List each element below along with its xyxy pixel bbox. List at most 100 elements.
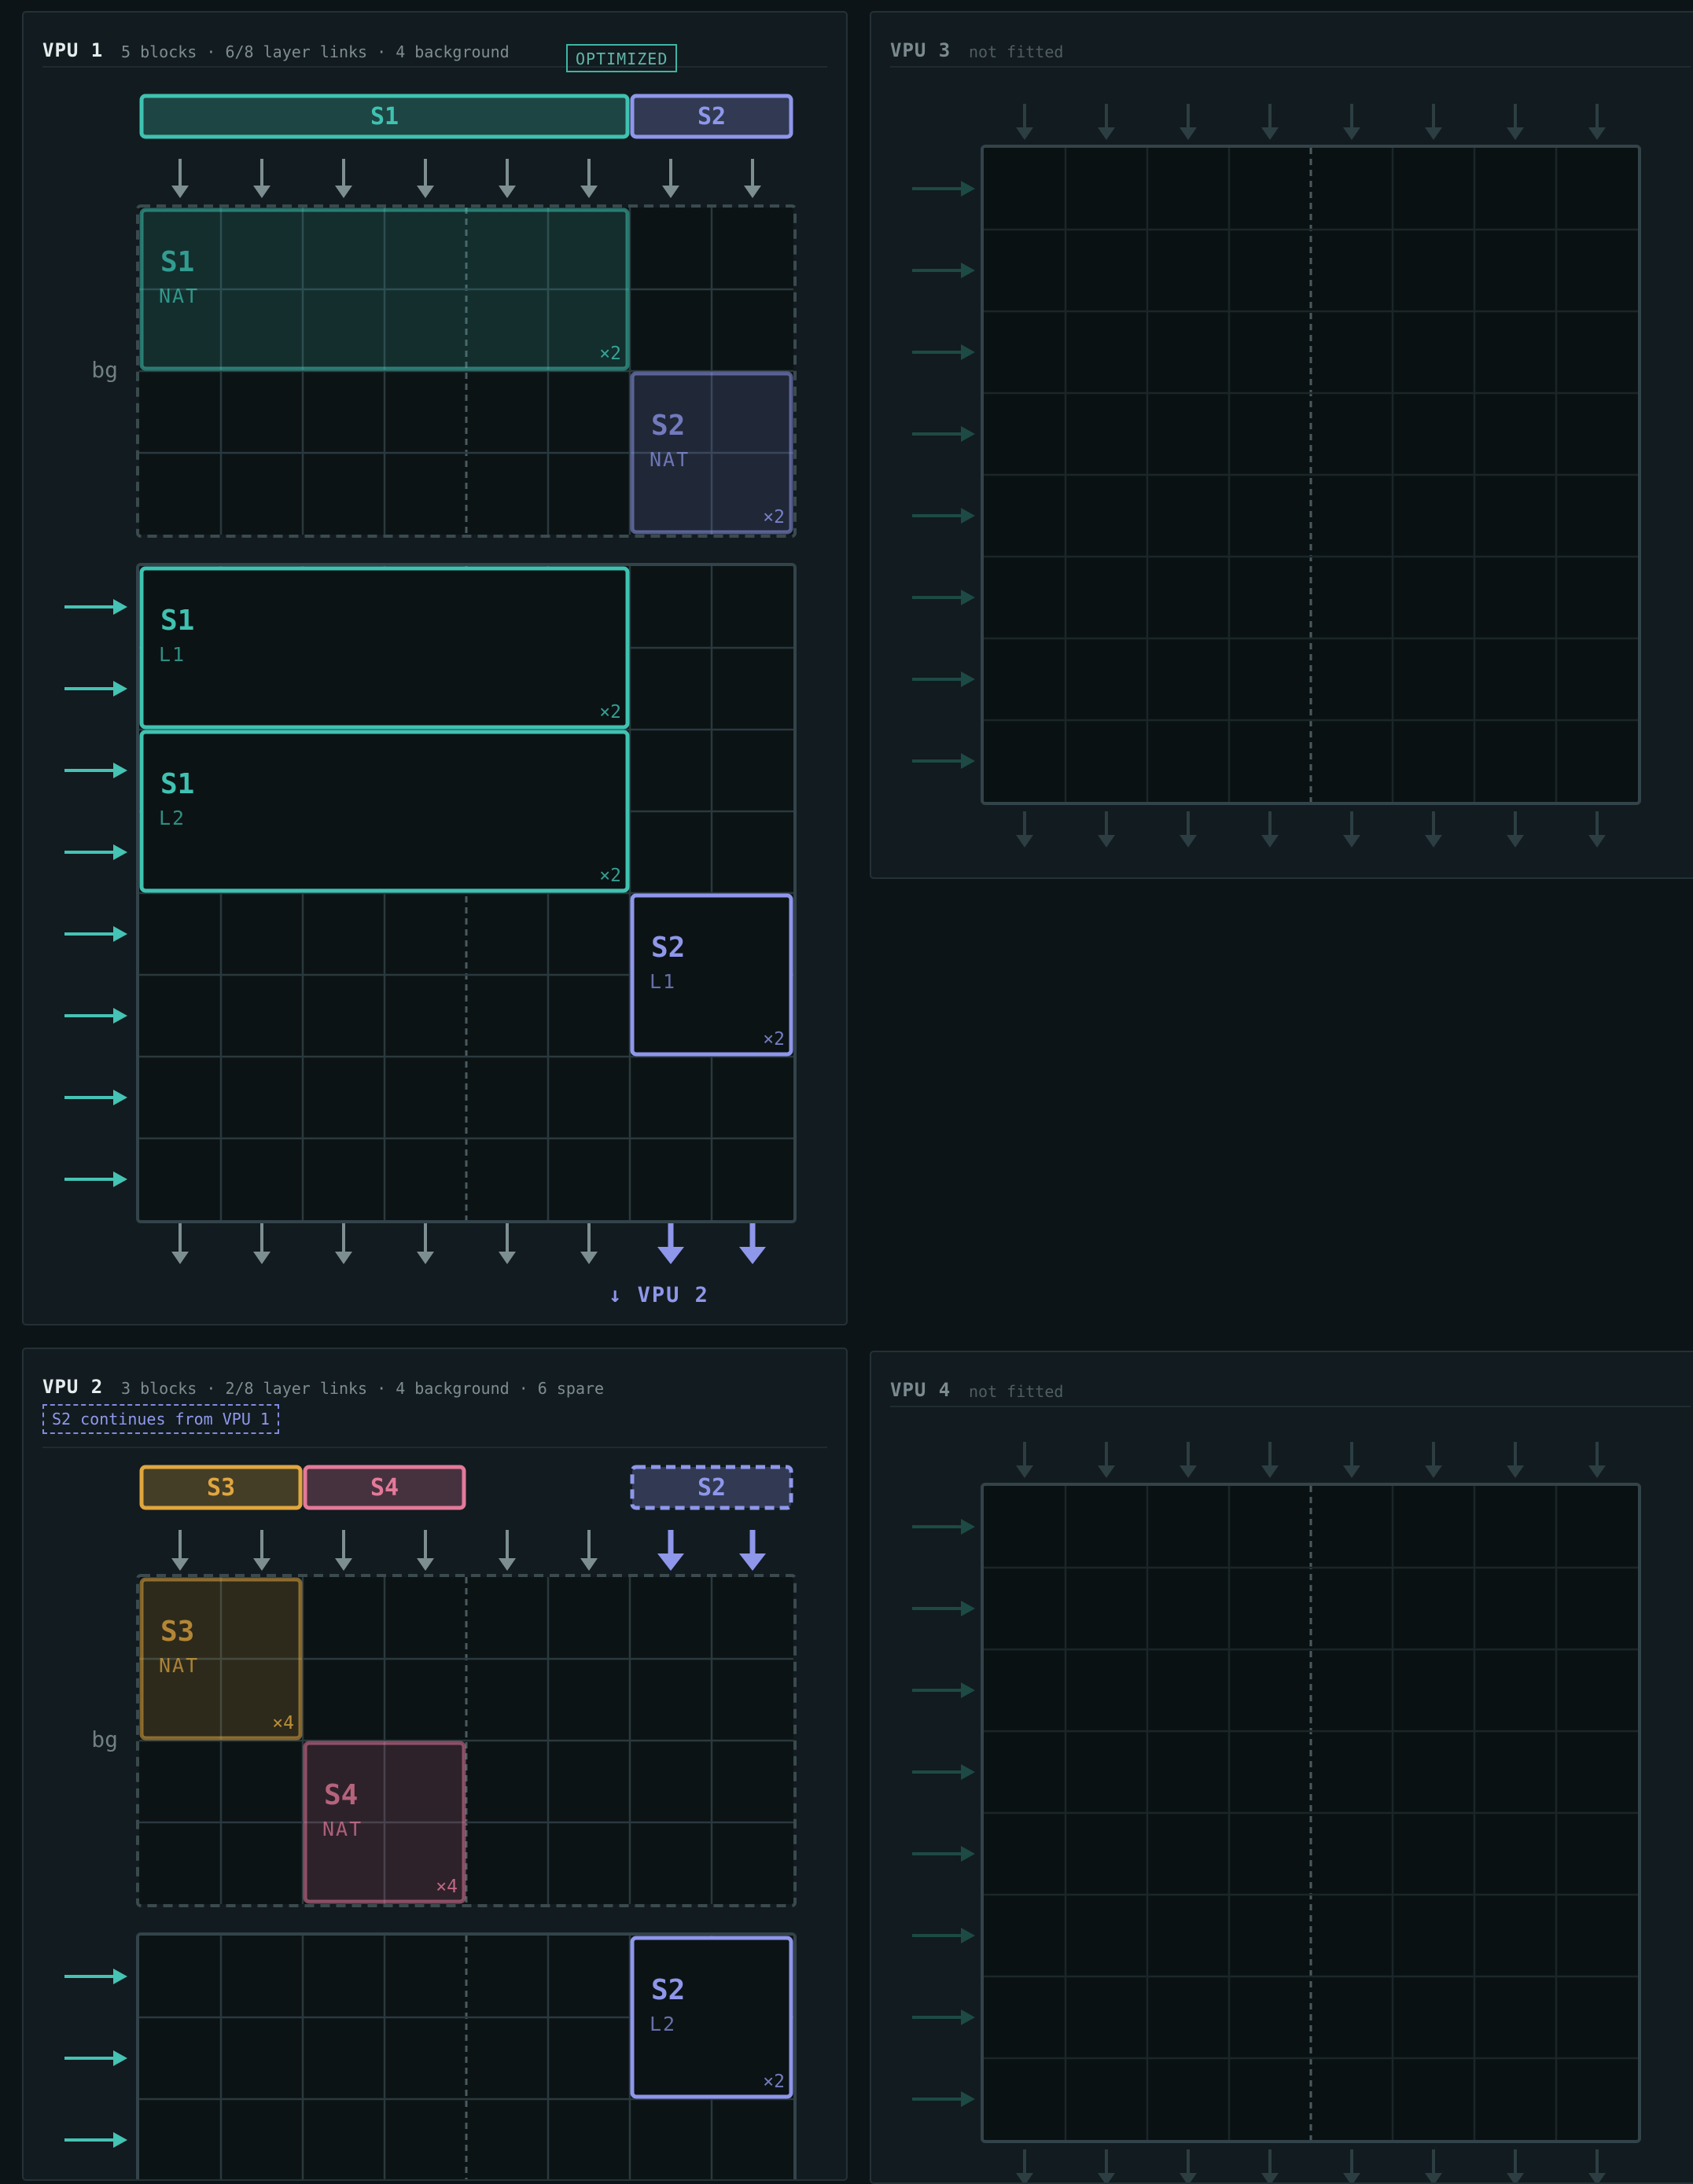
input-arrow-dim-shaft <box>1187 1442 1190 1467</box>
input-arrow-dim-shaft <box>1514 104 1517 129</box>
layer-link-arrow-dim-head <box>961 181 975 197</box>
input-arrow-head <box>580 1558 598 1571</box>
output-arrow-dim-shaft <box>1350 811 1353 836</box>
output-arrow-dim-shaft <box>1595 2149 1599 2175</box>
input-arrow-dim-head <box>1261 127 1279 140</box>
vpu1-panel: VPU 1 5 blocks · 6/8 layer links · 4 bac… <box>22 11 848 1325</box>
layer-link-arrow-dim-shaft <box>912 759 962 763</box>
output-arrow-dim-head <box>1098 2173 1115 2182</box>
output-arrow-dim-shaft <box>1268 2149 1272 2175</box>
stream-tag-label: S2 <box>697 103 726 131</box>
layer-link-arrow-dim-shaft <box>912 1852 962 1855</box>
input-arrow-shaft <box>424 1530 427 1560</box>
output-arrow-dim-head <box>1098 835 1115 847</box>
layer-link-arrow-dim-head <box>961 1846 975 1862</box>
layer-link-arrow-shaft <box>64 769 115 772</box>
input-arrow-shaft <box>260 1530 263 1560</box>
input-arrow-dim-head <box>1180 127 1197 140</box>
block-frame <box>139 566 630 730</box>
input-arrow-dim-head <box>1016 127 1033 140</box>
layer-link-arrow-shaft <box>64 1096 115 1099</box>
block-frame <box>139 208 630 371</box>
input-arrow-dim-head <box>1588 127 1606 140</box>
input-arrow-shaft <box>751 159 754 187</box>
block-mult: ×2 <box>599 866 621 886</box>
output-arrow-dim-head <box>1261 2173 1279 2182</box>
output-arrow-dim-head <box>1016 835 1033 847</box>
output-arrow-dim-shaft <box>1187 811 1190 836</box>
input-arrow-dim-shaft <box>1105 1442 1108 1467</box>
layer-link-arrow-dim-shaft <box>912 269 962 272</box>
output-arrow-head <box>580 1252 598 1264</box>
block-sub: NAT <box>159 1654 199 1677</box>
block-s4-nat: S4 NAT ×4 <box>303 1741 466 1904</box>
vpu4-panel: VPU 4 not fitted <box>870 1351 1693 2184</box>
block-mult: ×4 <box>436 1877 458 1897</box>
block-sub: L2 <box>159 807 186 829</box>
input-arrow-shaft <box>179 159 182 187</box>
layer-link-arrow-dim-head <box>961 1928 975 1943</box>
input-arrow-dim-shaft <box>1350 1442 1353 1467</box>
layer-link-arrow-dim-shaft <box>912 351 962 354</box>
block-sub: NAT <box>159 285 199 307</box>
layer-link-arrow-dim-shaft <box>912 2016 962 2019</box>
layer-link-arrow-dim-shaft <box>912 187 962 190</box>
layer-link-arrow-dim-shaft <box>912 1934 962 1937</box>
layer-link-arrow-dim-shaft <box>912 1525 962 1528</box>
layer-link-arrow-dim-head <box>961 1519 975 1535</box>
block-s1-nat: S1 NAT ×2 <box>139 208 630 371</box>
output-arrow-dim-head <box>1180 2173 1197 2182</box>
input-arrow-dim-shaft <box>1595 104 1599 129</box>
layer-link-arrow-shaft <box>64 2138 115 2142</box>
layer-link-arrow-dim-head <box>961 2091 975 2107</box>
vpu3-diagram <box>912 104 1641 847</box>
vpu3-panel: VPU 3 not fitted <box>870 11 1693 879</box>
output-arrow-dim-shaft <box>1595 811 1599 836</box>
output-arrow-head <box>499 1252 516 1264</box>
empty-grid <box>981 1483 1641 2143</box>
output-arrow-head <box>417 1252 434 1264</box>
input-arrow-head <box>739 1553 766 1571</box>
layer-link-arrow-dim-head <box>961 753 975 769</box>
input-arrow-shaft <box>668 1530 674 1555</box>
stream-tag-label: S4 <box>370 1474 399 1502</box>
output-arrow-dim-shaft <box>1105 811 1108 836</box>
input-arrow-shaft <box>749 1530 756 1555</box>
input-arrow-head <box>417 186 434 198</box>
output-arrow-head <box>657 1247 684 1264</box>
input-arrow-dim-head <box>1507 1465 1524 1478</box>
output-arrow-dim-shaft <box>1432 811 1435 836</box>
input-arrow-head <box>171 186 189 198</box>
layer-link-arrow-shaft <box>64 851 115 854</box>
input-arrow-head <box>335 186 352 198</box>
output-arrow-dim-head <box>1343 835 1360 847</box>
block-label: S4 <box>324 1779 358 1811</box>
layer-link-arrow-dim-shaft <box>912 432 962 436</box>
output-arrow-dim-shaft <box>1023 2149 1026 2175</box>
block-s3-nat: S3 NAT ×4 <box>139 1577 303 1741</box>
block-mult: ×2 <box>763 507 785 528</box>
layer-link-arrow-dim-head <box>961 671 975 687</box>
input-arrow-head <box>499 1558 516 1571</box>
block-mult: ×4 <box>272 1713 294 1734</box>
output-arrow-dim-head <box>1588 2173 1606 2182</box>
vpu4-diagram <box>912 1442 1641 2182</box>
block-label: S3 <box>160 1616 194 1648</box>
input-arrow-shaft <box>587 1530 591 1560</box>
layer-link-arrow-dim-head <box>961 1682 975 1698</box>
output-arrow-dim-head <box>1507 835 1524 847</box>
block-label: S2 <box>651 1974 685 2006</box>
layer-link-arrow-head <box>113 681 127 697</box>
output-arrow-dim-head <box>1016 2173 1033 2182</box>
block-sub: L2 <box>650 2013 676 2035</box>
output-arrow-dim-shaft <box>1187 2149 1190 2175</box>
layer-link-arrow-dim-head <box>961 344 975 360</box>
layer-link-arrow-dim-shaft <box>912 1770 962 1774</box>
input-arrow-head <box>335 1558 352 1571</box>
block-frame <box>139 730 630 893</box>
input-arrow-shaft <box>587 159 591 187</box>
output-arrow-shaft <box>668 1223 674 1248</box>
vpu2-panel: VPU 2 3 blocks · 2/8 layer links · 4 bac… <box>22 1348 848 2181</box>
output-arrow-dim-shaft <box>1023 811 1026 836</box>
output-arrow-shaft <box>749 1223 756 1248</box>
